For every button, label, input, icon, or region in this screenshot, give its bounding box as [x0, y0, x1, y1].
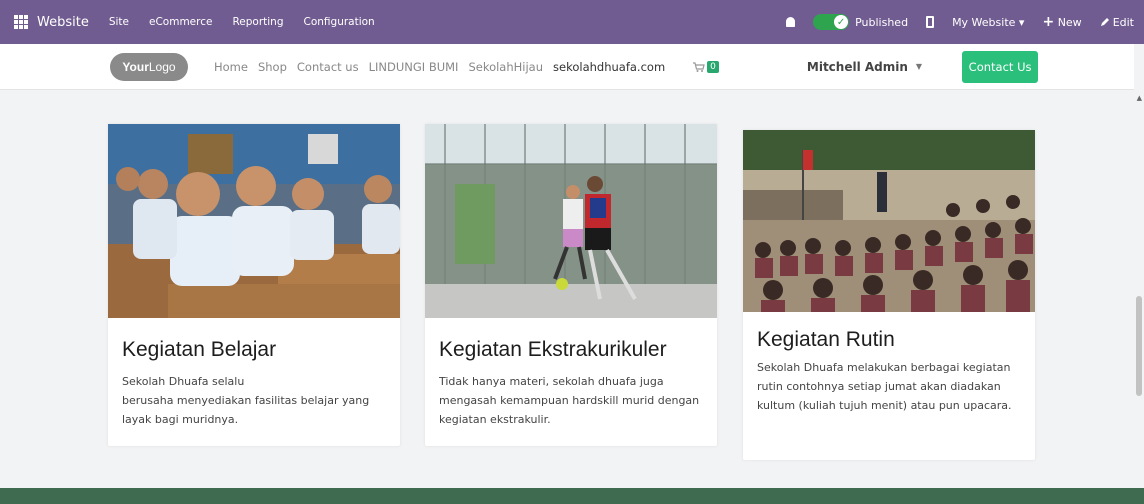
website-brand[interactable]: Website	[37, 15, 89, 30]
cart-icon	[693, 61, 705, 72]
ceremony-image	[743, 130, 1035, 312]
nav-link-sekolahdhuafa[interactable]: sekolahdhuafa.com	[553, 60, 665, 74]
check-icon: ✓	[834, 15, 849, 29]
card-description: Sekolah Dhuafa selalu berusaha menyediak…	[122, 372, 384, 429]
card-title: Kegiatan Rutin	[757, 328, 895, 351]
edit-button[interactable]: Edit	[1100, 16, 1134, 29]
nav-link-contact-us[interactable]: Contact us	[297, 60, 359, 74]
my-website-dropdown[interactable]: My Website ▾	[952, 16, 1024, 29]
card-title: Kegiatan Ekstrakurikuler	[439, 338, 667, 361]
edit-label: Edit	[1112, 15, 1134, 29]
nav-link-sekolah-hijau[interactable]: SekolahHijau	[468, 60, 543, 74]
menu-configuration[interactable]: Configuration	[304, 16, 375, 28]
logo-bold-text: Your	[122, 59, 149, 74]
published-toggle[interactable]: ✓ Published	[813, 14, 908, 30]
scroll-up-icon[interactable]: ▲	[1137, 94, 1142, 102]
plus-icon: +	[1042, 14, 1055, 30]
card-title: Kegiatan Belajar	[122, 338, 277, 361]
user-menu[interactable]: Mitchell Admin ▼	[807, 60, 922, 74]
menu-site[interactable]: Site	[109, 16, 129, 28]
menu-ecommerce[interactable]: eCommerce	[149, 16, 212, 28]
site-navbar: Your Logo Home Shop Contact us LINDUNGI B…	[0, 44, 1144, 90]
menu-reporting[interactable]: Reporting	[232, 16, 283, 28]
cart-link[interactable]: 0	[693, 60, 719, 73]
card-kegiatan-ekstrakurikuler: Kegiatan Ekstrakurikuler Tidak hanya mat…	[425, 124, 717, 446]
page-scrollbar[interactable]: ▲	[1134, 44, 1144, 486]
card-kegiatan-belajar: Kegiatan Belajar Sekolah Dhuafa selalu b…	[108, 124, 400, 446]
admin-topbar: Website Site eCommerce Reporting Configu…	[0, 0, 1144, 44]
card-description: Sekolah Dhuafa melakukan berbagai kegiat…	[757, 361, 1012, 412]
futsal-image	[425, 124, 717, 318]
user-name: Mitchell Admin	[806, 59, 908, 74]
mobile-preview-icon[interactable]	[926, 16, 935, 28]
scrollbar-thumb[interactable]	[1136, 296, 1142, 396]
pencil-icon	[1100, 18, 1109, 26]
card-description: Tidak hanya materi, sekolah dhuafa juga …	[439, 375, 700, 426]
footer-band	[0, 488, 1144, 504]
nav-link-shop[interactable]: Shop	[258, 60, 287, 74]
nav-link-home[interactable]: Home	[214, 60, 248, 74]
chevron-down-icon: ▼	[915, 62, 923, 71]
apps-grid-icon[interactable]	[14, 15, 28, 29]
bell-icon[interactable]	[786, 17, 796, 27]
my-website-label: My Website	[952, 15, 1016, 29]
chevron-down-icon: ▾	[1018, 15, 1025, 29]
site-logo[interactable]: Your Logo	[110, 52, 188, 81]
nav-link-lindungi-bumi[interactable]: LINDUNGI BUMI	[369, 60, 459, 74]
logo-rest-text: Logo	[148, 59, 176, 74]
card-description-line2: berusaha menyediakan fasilitas belajar y…	[122, 394, 370, 426]
new-button[interactable]: + New	[1042, 14, 1081, 30]
card-description-line1: Sekolah Dhuafa selalu	[122, 375, 245, 388]
nav-links: Home Shop Contact us LINDUNGI BUMI Sekol…	[214, 60, 665, 74]
contact-us-button[interactable]: Contact Us	[962, 50, 1039, 83]
card-kegiatan-rutin: Kegiatan Rutin Sekolah Dhuafa melakukan …	[743, 130, 1035, 460]
published-label: Published	[855, 15, 909, 29]
cart-count-badge: 0	[707, 60, 719, 73]
classroom-image	[108, 124, 400, 318]
new-label: New	[1057, 16, 1082, 29]
